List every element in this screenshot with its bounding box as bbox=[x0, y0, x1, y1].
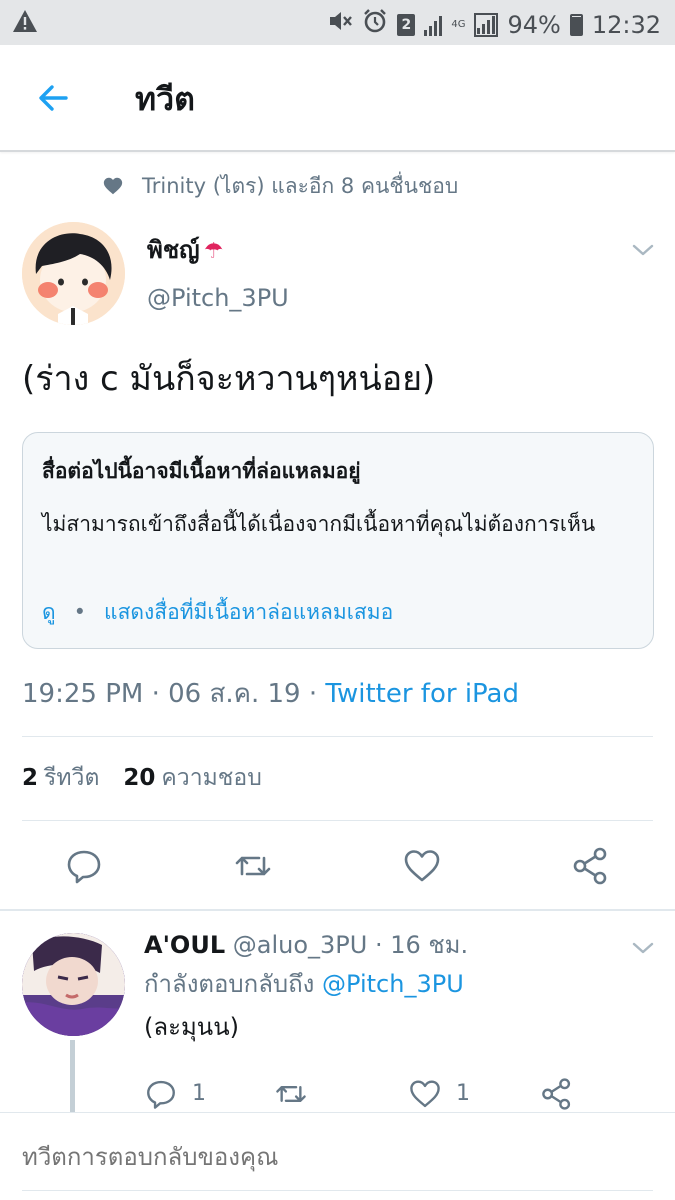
replying-to-line: กำลังตอบกลับถึง @Pitch_3PU bbox=[144, 967, 464, 1001]
chevron-down-icon[interactable] bbox=[630, 938, 656, 958]
reply-author-name[interactable]: A'OUL bbox=[144, 931, 225, 959]
page-title: ทวีต bbox=[135, 80, 195, 118]
divider bbox=[22, 820, 653, 821]
reply-icon bbox=[147, 1080, 175, 1109]
replying-to-handle[interactable]: @Pitch_3PU bbox=[322, 970, 464, 998]
share-button[interactable] bbox=[571, 846, 611, 886]
retweet-icon bbox=[235, 856, 271, 876]
top-app-bar: ทวีต bbox=[0, 45, 675, 152]
share-icon bbox=[542, 1078, 571, 1110]
likes-count: 20 bbox=[123, 765, 156, 791]
network-type: 4G bbox=[451, 18, 466, 30]
compose-underline bbox=[22, 1190, 653, 1191]
replying-to-label: กำลังตอบกลับถึง bbox=[144, 970, 315, 998]
back-button[interactable] bbox=[30, 75, 76, 121]
sim-icon: 2 bbox=[397, 13, 416, 36]
author-handle[interactable]: @Pitch_3PU bbox=[147, 282, 289, 314]
social-context-text: Trinity (ไตร) และอีก 8 คนชื่นชอบ bbox=[142, 174, 459, 198]
separator-dot: • bbox=[73, 600, 87, 624]
tweet-action-bar bbox=[0, 838, 675, 896]
reply-avatar[interactable] bbox=[22, 933, 125, 1036]
tweet-source-link[interactable]: Twitter for iPad bbox=[325, 679, 519, 709]
likes-label: ความชอบ bbox=[161, 765, 262, 791]
author-name[interactable]: พิชญ์ ☂ bbox=[147, 234, 223, 268]
clock-time: 12:32 bbox=[591, 10, 661, 39]
tweet-text: (ร่าง c มันก็จะหวานๆหน่อย) bbox=[22, 359, 436, 399]
view-media-link[interactable]: ดู bbox=[42, 596, 56, 628]
compose-reply-bar bbox=[0, 1112, 675, 1200]
sensitive-media-warning: สื่อต่อไปนี้อาจมีเนื้อหาที่ล่อแหลมอยู่ ไ… bbox=[22, 432, 654, 649]
status-bar: 2 4G 94% 12:32 bbox=[0, 0, 675, 45]
tweet-stats: 2 รีทวีต 20 ความชอบ bbox=[22, 760, 262, 796]
social-context[interactable]: Trinity (ไตร) และอีก 8 คนชื่นชอบ bbox=[102, 170, 458, 202]
retweet-button[interactable] bbox=[233, 846, 273, 886]
avatar[interactable] bbox=[22, 222, 125, 325]
section-divider bbox=[0, 909, 675, 911]
reply-header: A'OUL @aluo_3PU · 16 ชม. bbox=[144, 928, 468, 962]
tweet-time: 19:25 PM bbox=[22, 679, 144, 709]
battery-icon bbox=[569, 13, 583, 36]
arrow-left-icon bbox=[39, 85, 68, 111]
reply-time-ago: · 16 ชม. bbox=[374, 931, 469, 959]
reply-like-count: 1 bbox=[456, 1081, 470, 1106]
heart-outline-icon bbox=[410, 1080, 440, 1108]
separator-dot: · bbox=[151, 679, 160, 709]
sensitive-body: ไม่สามารถเข้าถึงสื่อนี้ได้เนื่องจากมีเนื… bbox=[42, 512, 596, 536]
retweets-label: รีทวีต bbox=[44, 765, 100, 791]
reply-reply-button[interactable]: 1 bbox=[144, 1077, 206, 1111]
signal-strength-icon bbox=[474, 12, 499, 37]
retweets-stat[interactable]: 2 รีทวีต bbox=[22, 760, 99, 796]
reply-share-button[interactable] bbox=[540, 1077, 574, 1111]
umbrella-icon: ☂ bbox=[203, 239, 224, 264]
chevron-down-icon[interactable] bbox=[630, 240, 656, 260]
retweets-count: 2 bbox=[22, 765, 39, 791]
share-icon bbox=[573, 847, 607, 885]
mute-icon bbox=[327, 9, 353, 40]
likes-stat[interactable]: 20 ความชอบ bbox=[123, 760, 261, 796]
tweet-date: 06 ส.ค. 19 bbox=[168, 679, 301, 709]
reply-icon bbox=[67, 850, 101, 884]
like-button[interactable] bbox=[402, 846, 442, 886]
reply-avatar-image bbox=[22, 933, 125, 1036]
reply-reply-count: 1 bbox=[192, 1081, 206, 1106]
author-name-text: พิชญ์ bbox=[147, 236, 200, 264]
reply-compose-input[interactable] bbox=[22, 1141, 622, 1175]
reply-retweet-button[interactable] bbox=[274, 1077, 308, 1111]
reply-text: (ละมุนน) bbox=[144, 1013, 239, 1041]
reply-action-bar: 1 1 bbox=[144, 1075, 644, 1115]
alarm-icon bbox=[362, 8, 388, 41]
sensitive-title: สื่อต่อไปนี้อาจมีเนื้อหาที่ล่อแหลมอยู่ bbox=[42, 459, 361, 483]
reply-author-handle[interactable]: @aluo_3PU bbox=[233, 931, 368, 959]
reply-button[interactable] bbox=[64, 846, 104, 886]
thread-connector-line bbox=[70, 1040, 75, 1112]
always-show-sensitive-link[interactable]: แสดงสื่อที่มีเนื้อหาล่อแหลมเสมอ bbox=[104, 596, 393, 628]
reply-like-button[interactable]: 1 bbox=[408, 1077, 470, 1111]
warning-icon bbox=[12, 9, 38, 39]
avatar-image bbox=[22, 222, 125, 325]
retweet-icon bbox=[276, 1086, 306, 1102]
heart-outline-icon bbox=[404, 850, 440, 882]
battery-percent: 94% bbox=[507, 10, 561, 39]
signal-icon bbox=[424, 14, 443, 36]
heart-icon bbox=[103, 177, 123, 195]
tweet-metadata: 19:25 PM · 06 ส.ค. 19 · Twitter for iPad bbox=[22, 676, 519, 712]
divider bbox=[22, 736, 653, 737]
separator-dot: · bbox=[308, 679, 318, 709]
